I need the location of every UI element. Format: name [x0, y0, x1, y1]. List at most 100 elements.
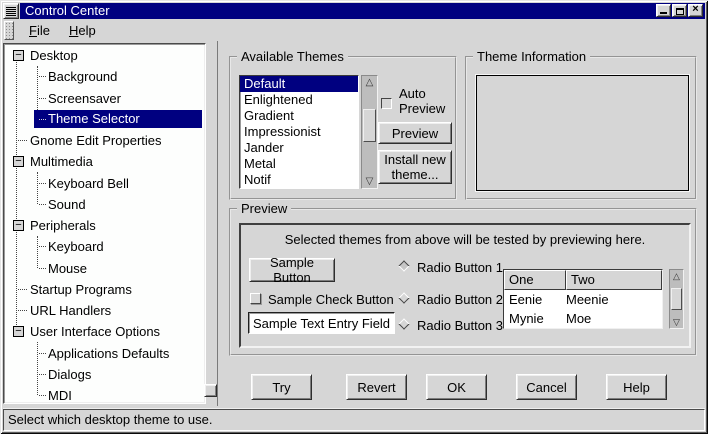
tree-item-url-handlers[interactable]: URL Handlers	[6, 300, 203, 321]
theme-information-title: Theme Information	[473, 49, 590, 64]
radio-button-2-label: Radio Button 2	[417, 292, 503, 307]
sample-table-scrollbar[interactable]: △ ▽	[669, 269, 684, 329]
theme-list: Default Enlightened Gradient Impressioni…	[239, 75, 359, 189]
tree-item-multimedia[interactable]: − Multimedia	[6, 151, 203, 172]
ok-button[interactable]: OK	[426, 374, 487, 400]
scrollbar-thumb[interactable]	[671, 288, 682, 310]
preview-group: Preview Selected themes from above will …	[229, 208, 697, 356]
tree-item-mdi[interactable]: MDI	[6, 385, 203, 404]
maximize-button[interactable]	[672, 4, 687, 17]
minimize-icon	[660, 12, 667, 14]
tree-item-theme-selector[interactable]: Theme Selector	[6, 109, 203, 130]
category-tree: − Desktop Background Screensaver Theme S…	[3, 43, 206, 404]
tree-item-peripherals[interactable]: − Peripherals	[6, 215, 203, 236]
expander-icon[interactable]: −	[13, 50, 24, 61]
status-text: Select which desktop theme to use.	[4, 410, 213, 430]
maximize-icon	[676, 8, 684, 15]
tree-connector	[39, 76, 46, 77]
help-button[interactable]: Help	[606, 374, 667, 400]
tree-item-keyboard[interactable]: Keyboard	[6, 236, 203, 257]
preview-button[interactable]: Preview	[378, 122, 452, 144]
radio-button-2[interactable]	[398, 292, 409, 303]
selected-row-highlight: Theme Selector	[34, 110, 202, 128]
theme-list-item[interactable]: Jander	[240, 140, 358, 156]
scrollbar-thumb[interactable]	[363, 109, 376, 142]
table-row[interactable]: Eenie Meenie	[504, 290, 662, 309]
theme-list-scrollbar[interactable]: △ ▽	[361, 75, 378, 189]
auto-preview-label: Auto Preview	[399, 86, 455, 116]
window-menu-icon	[6, 7, 16, 16]
window-menu-button[interactable]	[3, 3, 19, 19]
theme-list-item[interactable]: Gradient	[240, 108, 358, 124]
theme-list-item[interactable]: Impressionist	[240, 124, 358, 140]
title-area[interactable]: Control Center ×	[20, 3, 705, 19]
table-cell: Moe	[566, 309, 662, 328]
preview-title: Preview	[237, 201, 291, 216]
tree-item-desktop[interactable]: − Desktop	[6, 45, 203, 66]
available-themes-title: Available Themes	[237, 49, 348, 64]
tree-connector	[18, 289, 27, 290]
preview-panel: Selected themes from above will be teste…	[239, 223, 691, 348]
tree-item-gnome-edit-properties[interactable]: Gnome Edit Properties	[6, 130, 203, 151]
tree-item-applications-defaults[interactable]: Applications Defaults	[6, 343, 203, 364]
cancel-button[interactable]: Cancel	[516, 374, 577, 400]
tree-item-dialogs[interactable]: Dialogs	[6, 364, 203, 385]
try-button[interactable]: Try	[251, 374, 312, 400]
menu-drag-handle[interactable]	[4, 21, 14, 40]
tree-connector	[39, 374, 46, 375]
minus-glyph: −	[15, 51, 21, 60]
sample-text-entry[interactable]	[248, 312, 395, 334]
column-header[interactable]: One	[504, 270, 566, 290]
install-theme-button[interactable]: Install new theme...	[378, 150, 452, 184]
title-bar: Control Center ×	[3, 3, 705, 19]
scroll-up-icon[interactable]: △	[362, 76, 377, 89]
tree-connector	[18, 310, 27, 311]
settings-panel: Available Themes Default Enlightened Gra…	[217, 41, 705, 406]
tree-item-screensaver[interactable]: Screensaver	[6, 88, 203, 109]
theme-list-item[interactable]: Enlightened	[240, 92, 358, 108]
column-header[interactable]: Two	[566, 270, 662, 290]
tree-connector	[39, 119, 46, 120]
table-row[interactable]: Mynie Moe	[504, 309, 662, 328]
tree-item-keyboard-bell[interactable]: Keyboard Bell	[6, 173, 203, 194]
tree-connector	[39, 353, 46, 354]
table-cell: Mynie	[504, 309, 566, 328]
sample-button[interactable]: Sample Button	[249, 258, 335, 282]
revert-button[interactable]: Revert	[346, 374, 407, 400]
expander-icon[interactable]: −	[13, 156, 24, 167]
table-cell: Eenie	[504, 290, 566, 309]
close-button[interactable]: ×	[688, 4, 703, 17]
tree-item-mouse[interactable]: Mouse	[6, 258, 203, 279]
tree-connector	[39, 246, 46, 247]
radio-button-1[interactable]	[398, 260, 409, 271]
theme-list-item[interactable]: Notif	[240, 172, 358, 188]
tree-item-sound[interactable]: Sound	[6, 194, 203, 215]
window-title: Control Center	[20, 3, 110, 19]
menu-file[interactable]: File	[25, 21, 54, 40]
scroll-down-icon[interactable]: ▽	[670, 316, 683, 328]
auto-preview-checkbox[interactable]	[381, 98, 392, 109]
expander-icon[interactable]: −	[13, 220, 24, 231]
scroll-up-icon[interactable]: △	[670, 270, 683, 282]
tree-item-background[interactable]: Background	[6, 66, 203, 87]
tree-connector	[18, 140, 27, 141]
minimize-button[interactable]	[656, 4, 671, 17]
tree-item-startup-programs[interactable]: Startup Programs	[6, 279, 203, 300]
tree-item-user-interface-options[interactable]: − User Interface Options	[6, 321, 203, 342]
scroll-down-icon[interactable]: ▽	[362, 175, 377, 188]
theme-list-item[interactable]: Default	[240, 76, 358, 92]
pane-resize-handle[interactable]	[204, 384, 217, 397]
theme-list-item[interactable]: Metal	[240, 156, 358, 172]
radio-button-1-label: Radio Button 1	[417, 260, 503, 275]
radio-button-3[interactable]	[398, 318, 409, 329]
theme-info-box	[476, 75, 689, 191]
tree-connector	[39, 204, 46, 205]
tree-connector	[39, 395, 46, 396]
sample-checkbox[interactable]	[250, 293, 261, 304]
minus-glyph: −	[15, 221, 21, 230]
minus-glyph: −	[15, 157, 21, 166]
expander-icon[interactable]: −	[13, 326, 24, 337]
minus-glyph: −	[15, 327, 21, 336]
close-icon: ×	[692, 4, 698, 15]
menu-help[interactable]: Help	[65, 21, 100, 40]
